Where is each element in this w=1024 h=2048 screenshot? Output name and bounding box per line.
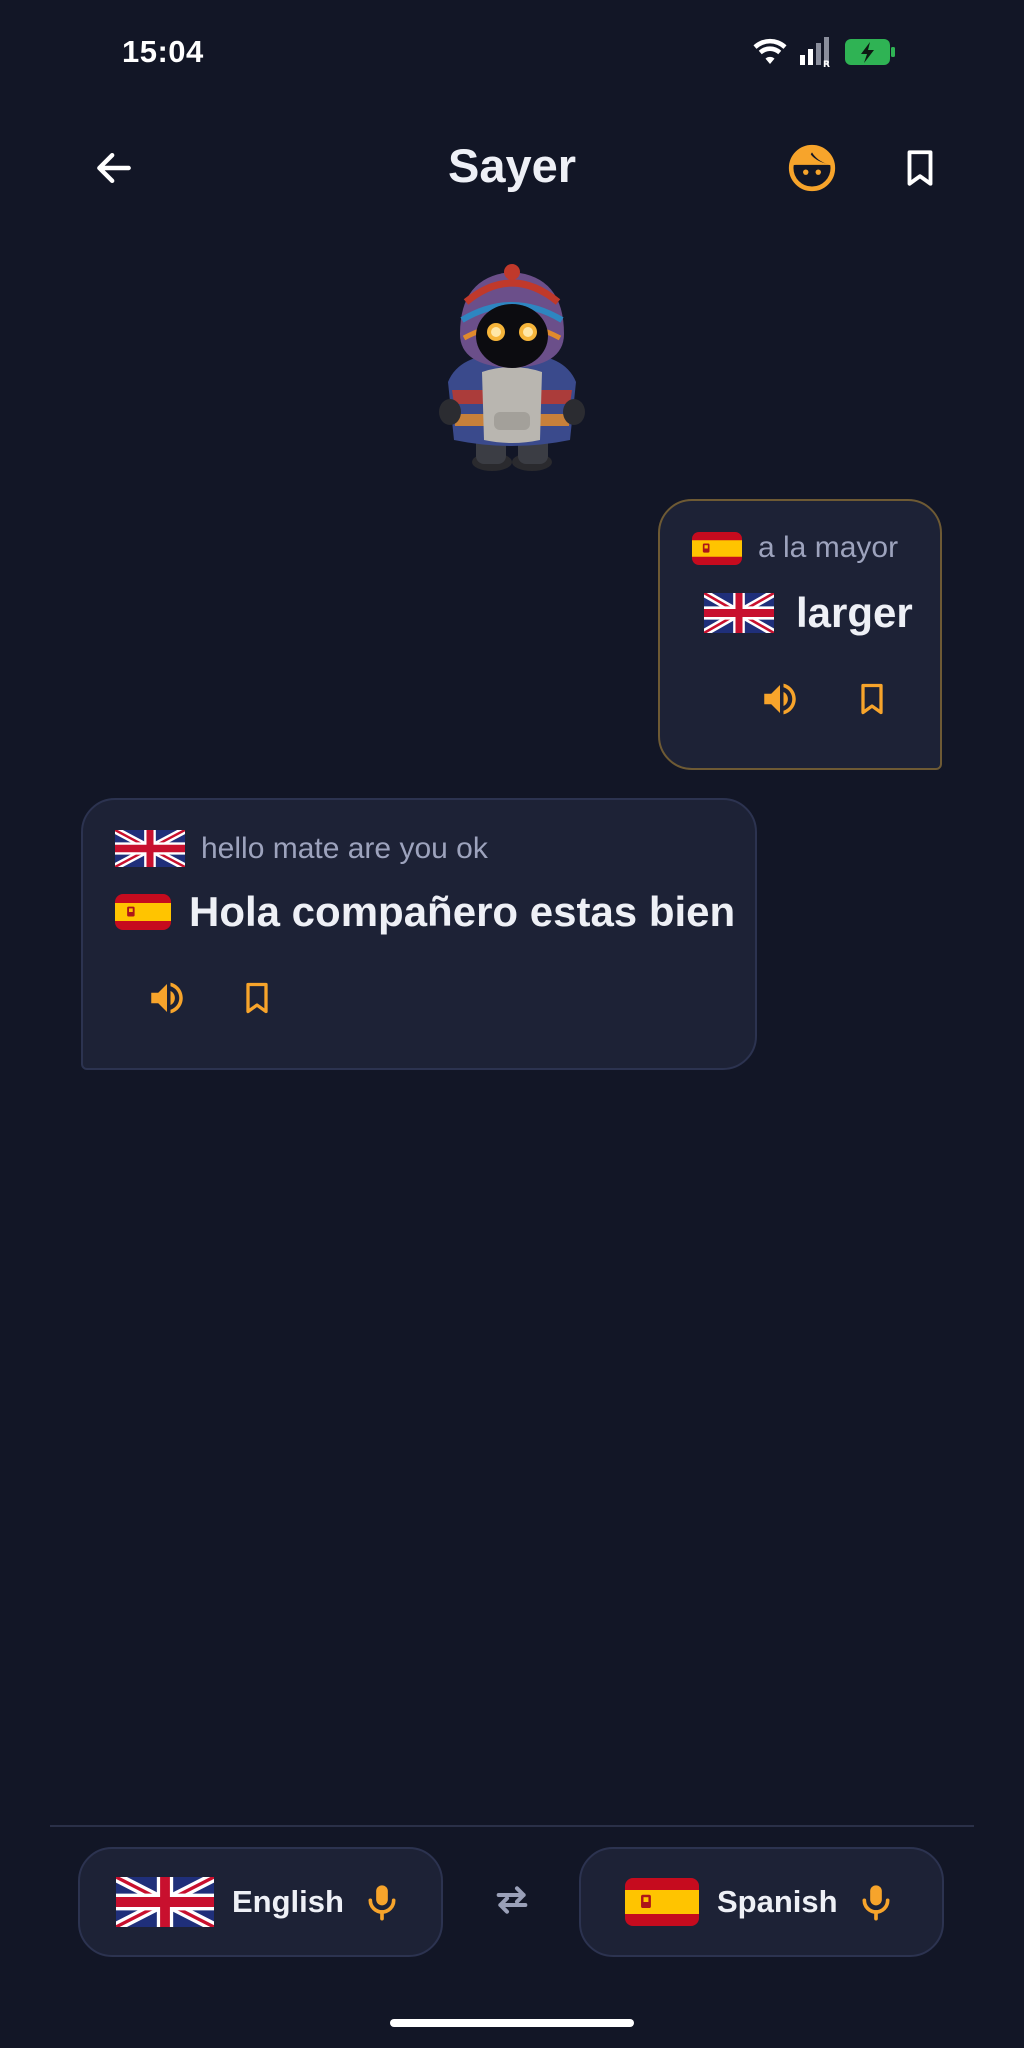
status-icons: R	[752, 36, 896, 72]
uk-flag-icon	[115, 830, 185, 867]
speak-button[interactable]	[139, 972, 195, 1028]
swap-arrows-icon	[489, 1880, 535, 1925]
bookmark-icon	[899, 145, 941, 196]
face-icon	[787, 143, 837, 198]
source-text: a la mayor	[758, 531, 899, 564]
saved-phrases-button[interactable]	[890, 140, 950, 200]
save-phrase-button[interactable]	[229, 972, 285, 1028]
target-row: larger	[704, 589, 913, 637]
back-button[interactable]	[84, 140, 144, 200]
home-indicator[interactable]	[390, 2019, 634, 2027]
avatar-button[interactable]	[782, 140, 842, 200]
microphone-icon	[362, 1879, 402, 1925]
bookmark-icon	[854, 679, 890, 724]
status-time: 15:04	[122, 34, 204, 69]
target-row: Hola compañero estas bien	[115, 888, 735, 936]
wifi-icon	[752, 37, 788, 72]
mascot-image	[430, 262, 594, 474]
english-speak-button[interactable]: English	[78, 1847, 443, 1957]
spain-flag-icon	[692, 531, 742, 565]
speaker-icon	[146, 977, 188, 1024]
divider	[50, 1825, 974, 1827]
save-phrase-button[interactable]	[844, 673, 900, 729]
translated-text: larger	[796, 589, 913, 636]
translated-text: Hola compañero estas bien	[189, 888, 736, 935]
language-label: English	[232, 1884, 344, 1919]
bookmark-icon	[239, 978, 275, 1023]
source-text: hello mate are you ok	[201, 831, 488, 865]
source-row: hello mate are you ok	[115, 830, 488, 867]
speak-button[interactable]	[752, 673, 808, 729]
spanish-speak-button[interactable]: Spanish	[579, 1847, 944, 1957]
speaker-icon	[759, 678, 801, 725]
page-title: Sayer	[447, 139, 577, 192]
translation-bubble: hello mate are you ok Hola compañero est…	[81, 798, 757, 1070]
svg-text:R: R	[823, 60, 830, 67]
arrow-left-icon	[92, 146, 136, 195]
spain-flag-icon	[625, 1878, 699, 1926]
swap-languages-button[interactable]	[482, 1872, 542, 1932]
spain-flag-icon	[115, 894, 171, 930]
language-label: Spanish	[717, 1884, 838, 1919]
source-row: a la mayor	[692, 531, 898, 565]
battery-charging-icon	[844, 37, 896, 72]
uk-flag-icon	[704, 593, 774, 633]
translation-bubble: a la mayor larger	[658, 499, 942, 770]
signal-icon: R	[796, 36, 836, 72]
uk-flag-icon	[116, 1877, 214, 1927]
microphone-icon	[856, 1879, 896, 1925]
